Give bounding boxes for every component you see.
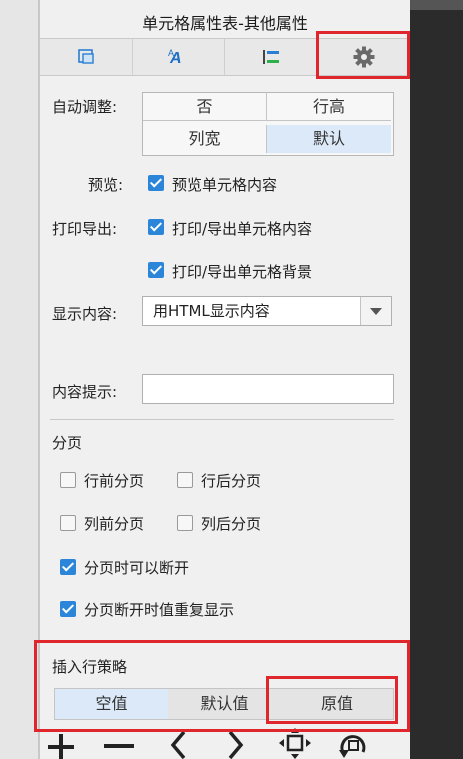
insert-policy-segmented: 空值 默认值 原值 [54,688,394,720]
tab-font[interactable]: A A [132,39,225,75]
rotate-icon[interactable] [336,728,370,759]
display-content-label: 显示内容: [52,305,118,323]
auto-adjust-default[interactable]: 默认 [267,125,391,153]
svg-text:A: A [168,48,174,58]
breakable-on-page-checkbox[interactable] [60,559,76,575]
repeat-on-break-label: 分页断开时值重复显示 [84,601,235,619]
page-break-after-column-checkbox[interactable] [177,515,193,531]
print-background-label: 打印/导出单元格背景 [172,263,313,281]
plus-icon[interactable] [46,728,76,759]
auto-adjust-column-width[interactable]: 列宽 [143,125,267,153]
insert-policy-default[interactable]: 默认值 [168,689,281,719]
preview-checkbox-label: 预览单元格内容 [172,176,278,194]
window-edge [410,0,463,10]
left-strip [0,0,40,759]
chevron-left-icon[interactable] [166,728,192,759]
print-content-label: 打印/导出单元格内容 [172,220,313,238]
repeat-on-break-checkbox[interactable] [60,601,76,617]
page-break-after-column-label: 列后分页 [201,515,262,533]
gear-icon [353,46,375,68]
minus-icon[interactable] [102,728,136,759]
auto-adjust-row-height[interactable]: 行高 [267,93,391,121]
display-content-select[interactable]: 用HTML显示内容 [142,296,392,326]
cell-style-icon [78,49,94,64]
page-break-after-row-checkbox[interactable] [177,472,193,488]
print-export-label: 打印导出: [52,220,118,238]
page-break-before-column-label: 列前分页 [84,515,145,533]
auto-adjust-no[interactable]: 否 [143,93,267,121]
chevron-down-icon[interactable] [360,297,391,325]
align-icon [263,50,279,64]
tab-other-properties[interactable] [316,39,408,75]
divider [50,419,394,420]
print-background-checkbox[interactable] [148,262,164,278]
print-content-checkbox[interactable] [148,219,164,235]
font-icon: A A [168,48,182,67]
preview-label: 预览: [88,176,124,194]
page-break-before-column-checkbox[interactable] [60,515,76,531]
content-tip-label: 内容提示: [52,383,118,401]
preview-checkbox[interactable] [148,175,164,191]
insert-policy-original[interactable]: 原值 [281,689,393,719]
display-content-value: 用HTML显示内容 [153,302,270,320]
move-icon[interactable] [278,728,312,759]
page-break-before-row-checkbox[interactable] [60,472,76,488]
panel-title: 单元格属性表-其他属性 [142,14,308,33]
page-break-after-row-label: 行后分页 [201,472,262,490]
auto-adjust-label: 自动调整: [52,98,118,116]
insert-policy-empty[interactable]: 空值 [55,689,168,719]
breakable-on-page-label: 分页时可以断开 [84,559,190,577]
chevron-right-icon[interactable] [222,728,248,759]
page-break-before-row-label: 行前分页 [84,472,145,490]
tab-bar: A A [40,38,410,76]
tab-align[interactable] [224,39,317,75]
insert-policy-heading: 插入行策略 [52,658,128,676]
cell-properties-panel: 单元格属性表-其他属性 A A 自动调整: 否 行高 列宽 默认 预览: 预览单… [34,0,410,759]
pagination-heading: 分页 [52,434,83,452]
bottom-toolbar [40,728,410,759]
tab-cell-style[interactable] [40,39,133,75]
auto-adjust-segmented: 否 行高 列宽 默认 [142,92,394,156]
content-tip-input[interactable] [142,374,394,404]
